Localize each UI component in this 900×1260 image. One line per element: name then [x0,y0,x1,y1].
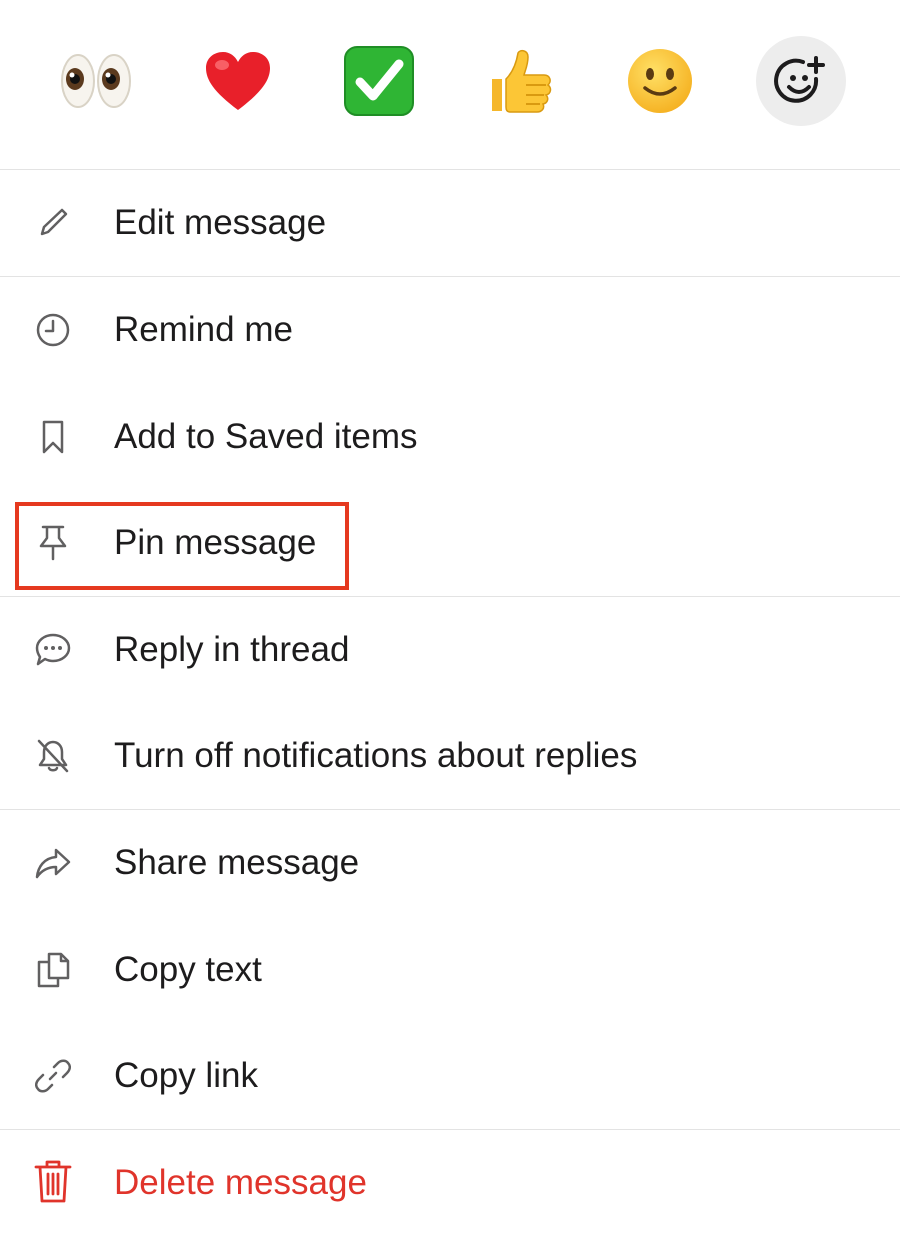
clock-icon [34,311,72,349]
turn-off-notifications-item[interactable]: Turn off notifications about replies [0,702,900,809]
remind-me-item[interactable]: Remind me [0,276,900,383]
delete-message-item[interactable]: Delete message [0,1129,900,1236]
bookmark-icon [34,418,72,456]
turn-off-notifications-label: Turn off notifications about replies [114,735,638,775]
reaction-thumbsup-button[interactable] [475,36,565,126]
reaction-eyes-button[interactable] [52,36,142,126]
quick-reactions-bar [0,0,900,169]
trash-icon [34,1160,72,1202]
link-icon [34,1057,72,1095]
copy-link-label: Copy link [114,1055,258,1095]
reply-in-thread-item[interactable]: Reply in thread [0,596,900,703]
reply-in-thread-label: Reply in thread [114,629,350,669]
share-message-item[interactable]: Share message [0,809,900,916]
pencil-icon [34,204,72,242]
reaction-smile-button[interactable] [615,36,705,126]
add-reaction-icon [774,56,825,103]
remind-me-label: Remind me [114,309,293,349]
eyes-icon [61,54,131,108]
share-message-label: Share message [114,842,360,882]
reaction-check-button[interactable] [334,36,424,126]
add-to-saved-item[interactable]: Add to Saved items [0,383,900,490]
copy-text-item[interactable]: Copy text [0,916,900,1023]
add-to-saved-label: Add to Saved items [114,416,418,456]
thumbsup-icon [492,49,552,113]
pin-icon [34,524,72,562]
bell-off-icon [34,737,72,775]
copy-link-item[interactable]: Copy link [0,1022,900,1129]
reaction-heart-button[interactable] [193,36,283,126]
white-check-mark-icon [344,46,414,116]
pin-message-label: Pin message [114,522,317,562]
copy-text-label: Copy text [114,949,262,989]
speech-bubble-icon [34,631,72,669]
share-arrow-icon [34,844,72,882]
edit-message-item[interactable]: Edit message [0,169,900,276]
copy-icon [34,951,72,989]
slightly-smiling-face-icon [628,49,692,113]
heart-icon [206,52,270,110]
pin-message-item[interactable]: Pin message [0,489,900,596]
edit-message-label: Edit message [114,202,327,242]
add-reaction-button[interactable] [756,36,846,126]
delete-message-label: Delete message [114,1162,367,1202]
